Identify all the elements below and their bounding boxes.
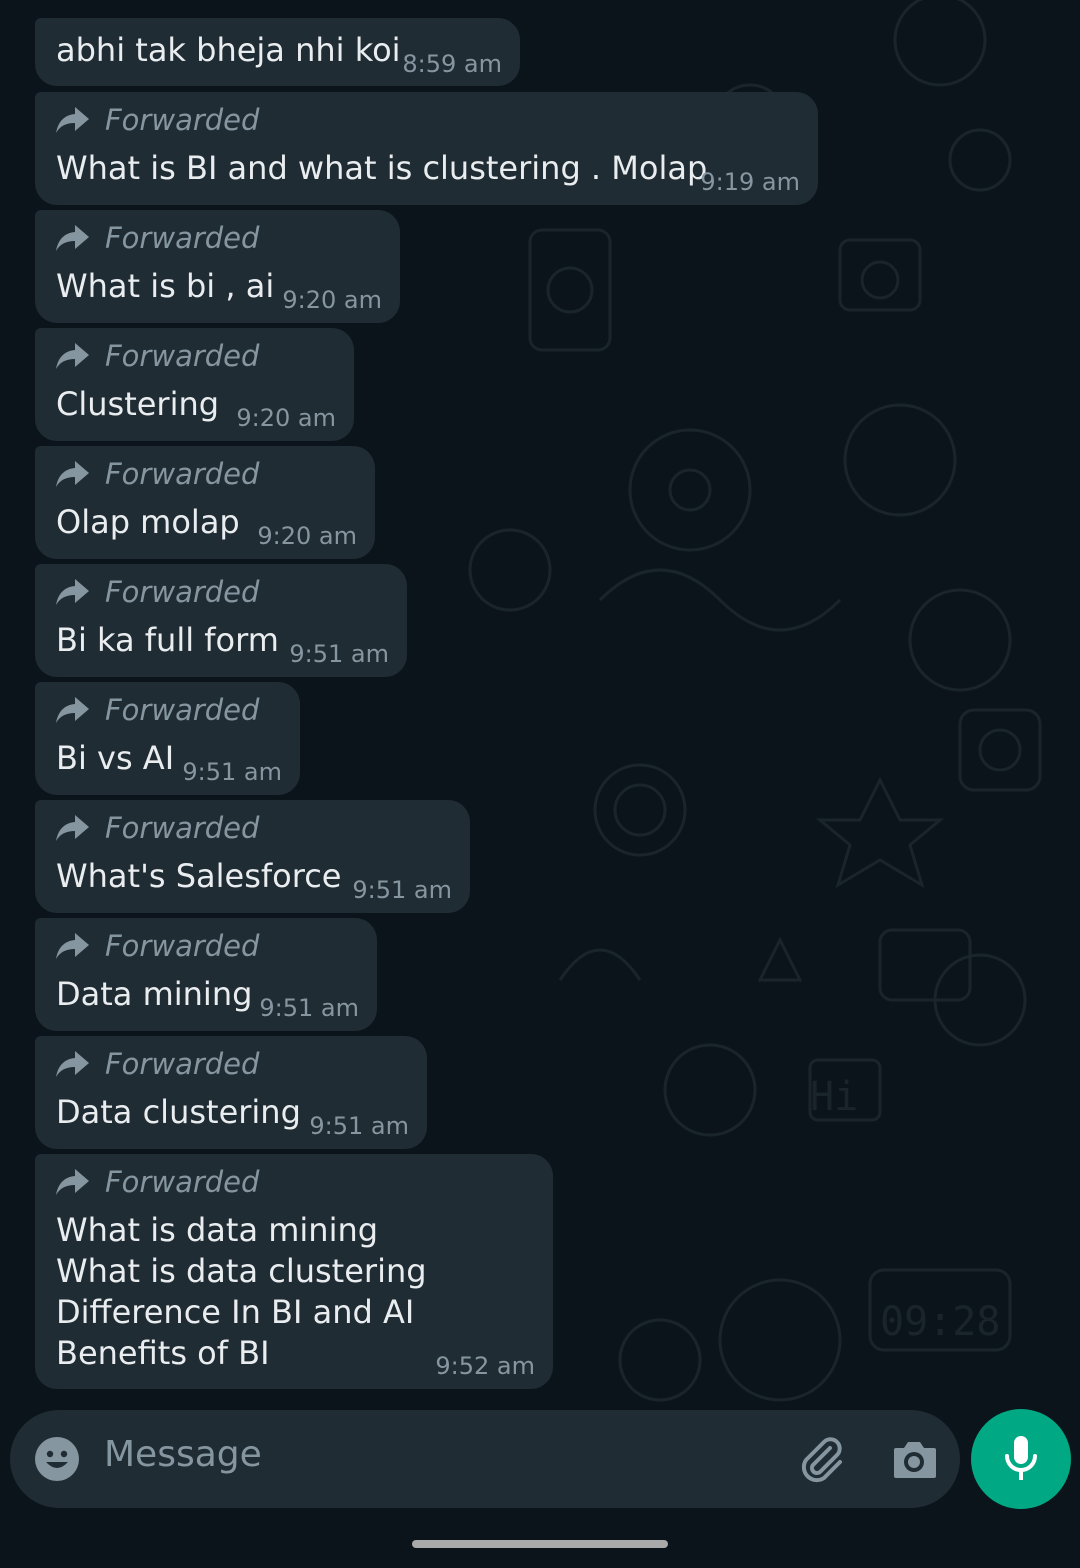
message-time: 9:51 am — [309, 1112, 409, 1140]
message-time: 9:51 am — [289, 640, 389, 668]
message-bubble[interactable]: Forwarded What is bi , ai 9:20 am — [35, 210, 400, 323]
forward-arrow-icon — [56, 225, 89, 251]
message-time: 9:20 am — [236, 404, 336, 432]
message-text: Clustering — [56, 385, 220, 423]
forward-arrow-icon — [56, 815, 89, 841]
message-time: 9:51 am — [259, 994, 359, 1022]
forwarded-indicator: Forwarded — [55, 218, 259, 258]
message-time: 9:51 am — [352, 876, 452, 904]
forwarded-label: Forwarded — [105, 1047, 260, 1081]
message-bubble[interactable]: Forwarded Bi vs AI 9:51 am — [35, 682, 300, 795]
message-input[interactable]: Message — [104, 1434, 262, 1475]
home-indicator[interactable] — [412, 1540, 668, 1548]
message-bubble[interactable]: Forwarded What's Salesforce 9:51 am — [35, 800, 470, 913]
forwarded-label: Forwarded — [105, 811, 260, 845]
forward-arrow-icon — [56, 697, 89, 723]
microphone-icon — [1005, 1436, 1037, 1480]
message-text: Olap molap — [56, 503, 240, 541]
message-time: 9:51 am — [182, 758, 282, 786]
message-bubble[interactable]: Forwarded Bi ka full form 9:51 am — [35, 564, 407, 677]
message-bubble[interactable]: Forwarded What is data mining What is da… — [35, 1154, 553, 1389]
message-bubble[interactable]: Forwarded What is BI and what is cluster… — [35, 92, 818, 205]
forwarded-indicator: Forwarded — [55, 454, 259, 494]
forwarded-indicator: Forwarded — [55, 1044, 259, 1084]
camera-icon[interactable] — [890, 1436, 938, 1482]
message-bubble[interactable]: abhi tak bheja nhi koi 8:59 am — [35, 18, 520, 86]
forwarded-indicator: Forwarded — [55, 808, 259, 848]
forwarded-indicator: Forwarded — [55, 336, 259, 376]
forwarded-indicator: Forwarded — [55, 1162, 259, 1202]
message-bubble[interactable]: Forwarded Data mining 9:51 am — [35, 918, 377, 1031]
forwarded-label: Forwarded — [105, 103, 260, 137]
forwarded-label: Forwarded — [105, 1165, 260, 1199]
forwarded-indicator: Forwarded — [55, 572, 259, 612]
message-time: 9:52 am — [435, 1352, 535, 1380]
forwarded-label: Forwarded — [105, 221, 260, 255]
message-text: What's Salesforce — [56, 857, 342, 895]
message-time: 9:19 am — [700, 168, 800, 196]
message-text: Data clustering — [56, 1093, 301, 1131]
forwarded-label: Forwarded — [105, 457, 260, 491]
message-text: What is BI and what is clustering . Mola… — [56, 149, 708, 187]
voice-message-button[interactable] — [971, 1409, 1071, 1509]
forwarded-indicator: Forwarded — [55, 926, 259, 966]
forward-arrow-icon — [56, 461, 89, 487]
message-composer[interactable]: Message — [10, 1410, 960, 1508]
message-time: 9:20 am — [257, 522, 357, 550]
message-text: abhi tak bheja nhi koi — [56, 31, 401, 69]
message-text: Bi ka full form — [56, 621, 279, 659]
paperclip-icon[interactable] — [796, 1434, 846, 1484]
forwarded-label: Forwarded — [105, 693, 260, 727]
forwarded-label: Forwarded — [105, 929, 260, 963]
forwarded-label: Forwarded — [105, 339, 260, 373]
forward-arrow-icon — [56, 933, 89, 959]
forwarded-indicator: Forwarded — [55, 100, 259, 140]
message-text: What is data mining What is data cluster… — [56, 1211, 427, 1372]
message-text: What is bi , ai — [56, 267, 275, 305]
message-list[interactable]: abhi tak bheja nhi koi 8:59 am Forwarded… — [0, 0, 1080, 1400]
forwarded-indicator: Forwarded — [55, 690, 259, 730]
message-time: 9:20 am — [282, 286, 382, 314]
message-text: Data mining — [56, 975, 253, 1013]
message-time: 8:59 am — [402, 50, 502, 78]
forward-arrow-icon — [56, 1169, 89, 1195]
message-bubble[interactable]: Forwarded Olap molap 9:20 am — [35, 446, 375, 559]
forward-arrow-icon — [56, 107, 89, 133]
message-bubble[interactable]: Forwarded Data clustering 9:51 am — [35, 1036, 427, 1149]
emoji-icon[interactable] — [34, 1436, 80, 1482]
forward-arrow-icon — [56, 1051, 89, 1077]
forwarded-label: Forwarded — [105, 575, 260, 609]
message-text: Bi vs AI — [56, 739, 175, 777]
forward-arrow-icon — [56, 579, 89, 605]
forward-arrow-icon — [56, 343, 89, 369]
message-bubble[interactable]: Forwarded Clustering 9:20 am — [35, 328, 354, 441]
